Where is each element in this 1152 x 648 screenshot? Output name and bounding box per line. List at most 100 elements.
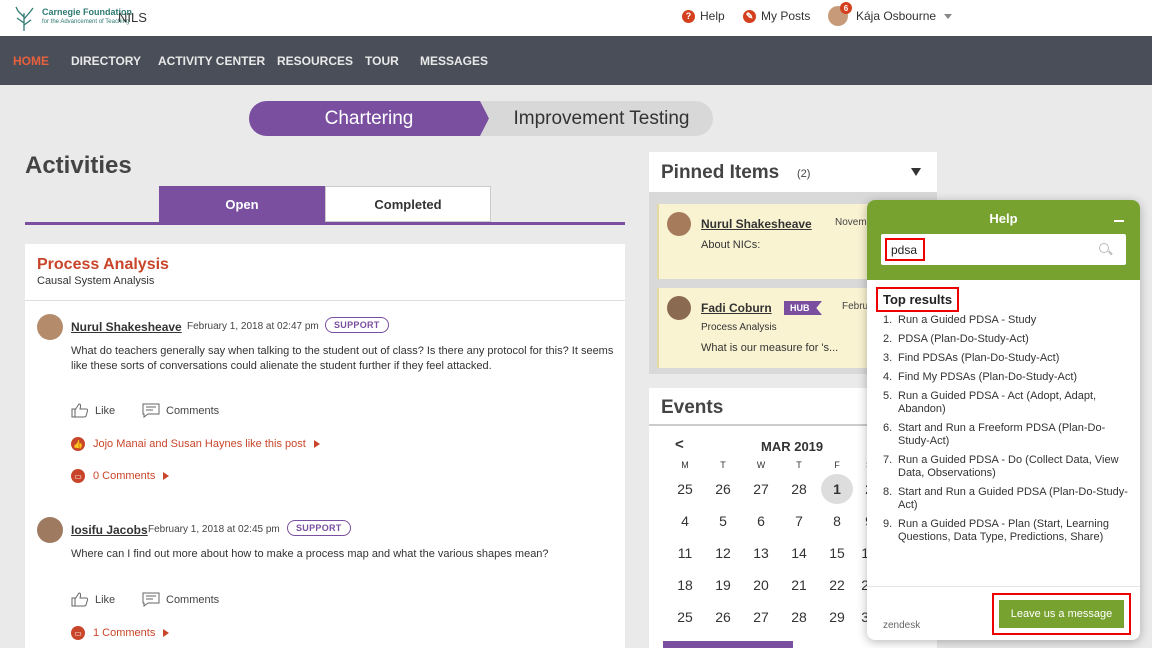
search-result-item[interactable]: 6. Start and Run a Freeform PDSA (Plan-Do…	[883, 422, 1133, 448]
nav-messages[interactable]: MESSAGES	[420, 54, 488, 68]
search-result-item[interactable]: 2. PDSA (Plan-Do-Study-Act)	[883, 333, 1133, 346]
search-result-item[interactable]: 9. Run a Guided PDSA - Plan (Start, Learn…	[883, 518, 1133, 544]
thumbs-up-icon	[71, 592, 89, 607]
result-link[interactable]: Run a Guided PDSA - Act (Adopt, Adapt, A…	[898, 390, 1133, 416]
comments-label: Comments	[166, 593, 220, 606]
search-result-item[interactable]: 5. Run a Guided PDSA - Act (Adopt, Adapt,…	[883, 390, 1133, 416]
user-menu[interactable]: 6 Kája Osbourne	[828, 2, 953, 26]
search-result-item[interactable]: 4. Find My PDSAs (Plan-Do-Study-Act)	[883, 371, 1133, 384]
result-link[interactable]: Start and Run a Freeform PDSA (Plan-Do-S…	[898, 422, 1133, 448]
comment-icon: ▭	[71, 626, 85, 640]
result-link[interactable]: Run a Guided PDSA - Do (Collect Data, Vi…	[898, 454, 1133, 480]
calendar-day[interactable]: 8	[821, 506, 853, 536]
pinned-author[interactable]: Nurul Shakesheave	[701, 217, 812, 231]
pinned-header[interactable]: Pinned Items (2)	[649, 152, 937, 192]
calendar-day[interactable]: 20	[745, 570, 777, 600]
like-label: Like	[95, 404, 116, 417]
comment-count[interactable]: ▭ 1 Comments	[71, 626, 170, 640]
calendar-weekday: W	[756, 460, 766, 470]
calendar-day[interactable]: 11	[669, 538, 701, 568]
calendar-day[interactable]: 25	[669, 602, 701, 632]
tab-open[interactable]: Open	[159, 186, 325, 222]
calendar-day[interactable]: 22	[821, 570, 853, 600]
minimize-icon[interactable]	[1114, 220, 1124, 222]
calendar-day[interactable]: 1	[821, 474, 853, 504]
hub-badge: HUB	[784, 301, 822, 315]
result-number: 9.	[883, 518, 893, 530]
search-result-item[interactable]: 7. Run a Guided PDSA - Do (Collect Data, …	[883, 454, 1133, 480]
calendar-day[interactable]: 4	[669, 506, 701, 536]
result-link[interactable]: Run a Guided PDSA - Plan (Start, Learnin…	[898, 518, 1133, 544]
calendar-day[interactable]: 21	[783, 570, 815, 600]
nav-directory[interactable]: DIRECTORY	[71, 54, 141, 68]
calendar-weekday: T	[796, 460, 802, 470]
calendar-day[interactable]: 13	[745, 538, 777, 568]
comments-button[interactable]: Comments	[142, 592, 219, 607]
result-link[interactable]: Find PDSAs (Plan-Do-Study-Act)	[898, 352, 1059, 365]
help-label: Help	[700, 9, 725, 23]
my-posts-link[interactable]: ✎ My Posts	[743, 9, 810, 23]
search-result-item[interactable]: 1. Run a Guided PDSA - Study	[883, 314, 1133, 327]
nav-home[interactable]: HOME	[13, 54, 49, 68]
calendar-prev-button[interactable]: <	[675, 436, 684, 453]
nav-resources[interactable]: RESOURCES	[277, 54, 353, 68]
pinned-author[interactable]: Fadi Coburn	[701, 301, 772, 315]
avatar[interactable]	[37, 517, 63, 543]
events-title: Events	[661, 397, 724, 418]
result-link[interactable]: Find My PDSAs (Plan-Do-Study-Act)	[898, 371, 1077, 384]
result-link[interactable]: PDSA (Plan-Do-Study-Act)	[898, 333, 1029, 346]
carnegie-logo[interactable]: Carnegie Foundation for the Advancement …	[12, 3, 132, 33]
nav-activity-center[interactable]: ACTIVITY CENTER	[158, 54, 265, 68]
tab-completed[interactable]: Completed	[325, 186, 491, 222]
calendar-day[interactable]: 19	[707, 570, 739, 600]
calendar-day[interactable]: 28	[783, 602, 815, 632]
result-number: 3.	[883, 352, 893, 364]
calendar-day[interactable]: 26	[707, 474, 739, 504]
calendar-day[interactable]: 28	[783, 474, 815, 504]
calendar-day[interactable]: 14	[783, 538, 815, 568]
calendar-day[interactable]: 27	[745, 602, 777, 632]
help-link[interactable]: ? Help	[682, 9, 725, 23]
search-result-item[interactable]: 3. Find PDSAs (Plan-Do-Study-Act)	[883, 352, 1133, 365]
stage-chartering[interactable]: Chartering	[249, 101, 489, 136]
stage-improvement-testing[interactable]: Improvement Testing	[480, 101, 713, 136]
leave-message-button[interactable]: Leave us a message	[999, 600, 1124, 628]
collapse-triangle-icon[interactable]	[911, 168, 921, 176]
calendar-day[interactable]: 26	[707, 602, 739, 632]
results-list: 1. Run a Guided PDSA - Study 2. PDSA (Plan-…	[883, 314, 1133, 550]
top-bar: Carnegie Foundation for the Advancement …	[0, 0, 1152, 36]
logo-line2: for the Advancement of Teaching	[42, 19, 130, 25]
calendar-day[interactable]: 6	[745, 506, 777, 536]
zendesk-brand[interactable]: zendesk	[883, 620, 920, 631]
result-number: 5.	[883, 390, 893, 402]
calendar-day[interactable]: 7	[783, 506, 815, 536]
my-posts-label: My Posts	[761, 9, 811, 23]
comment-count[interactable]: ▭ 0 Comments	[71, 469, 170, 483]
result-link[interactable]: Run a Guided PDSA - Study	[898, 314, 1036, 327]
search-icon[interactable]	[1099, 243, 1109, 253]
chevron-down-icon	[944, 13, 953, 19]
result-number: 2.	[883, 333, 893, 345]
calendar-day[interactable]: 18	[669, 570, 701, 600]
like-button[interactable]: Like	[71, 403, 115, 418]
likes-summary[interactable]: 👍 Jojo Manai and Susan Haynes like this …	[71, 437, 320, 451]
calendar-day[interactable]: 15	[821, 538, 853, 568]
avatar[interactable]	[37, 314, 63, 340]
calendar-day[interactable]: 5	[707, 506, 739, 536]
help-header: Help	[867, 200, 1140, 280]
activity-title[interactable]: Process Analysis	[37, 256, 169, 274]
comments-button[interactable]: Comments	[142, 403, 219, 418]
nav-tour[interactable]: TOUR	[365, 54, 399, 68]
calendar-day[interactable]: 27	[745, 474, 777, 504]
like-button[interactable]: Like	[71, 592, 115, 607]
search-result-item[interactable]: 8. Start and Run a Guided PDSA (Plan-Do-S…	[883, 486, 1133, 512]
pinned-count: (2)	[797, 168, 811, 180]
calendar-day[interactable]: 25	[669, 474, 701, 504]
calendar-day[interactable]: 12	[707, 538, 739, 568]
post-date: February 1, 2018 at 02:47 pm	[187, 321, 319, 332]
calendar-day[interactable]: 29	[821, 602, 853, 632]
help-search-input[interactable]	[885, 238, 925, 261]
post-author[interactable]: Iosifu Jacobs	[71, 523, 148, 537]
post-author[interactable]: Nurul Shakesheave	[71, 320, 182, 334]
result-link[interactable]: Start and Run a Guided PDSA (Plan-Do-Stu…	[898, 486, 1133, 512]
